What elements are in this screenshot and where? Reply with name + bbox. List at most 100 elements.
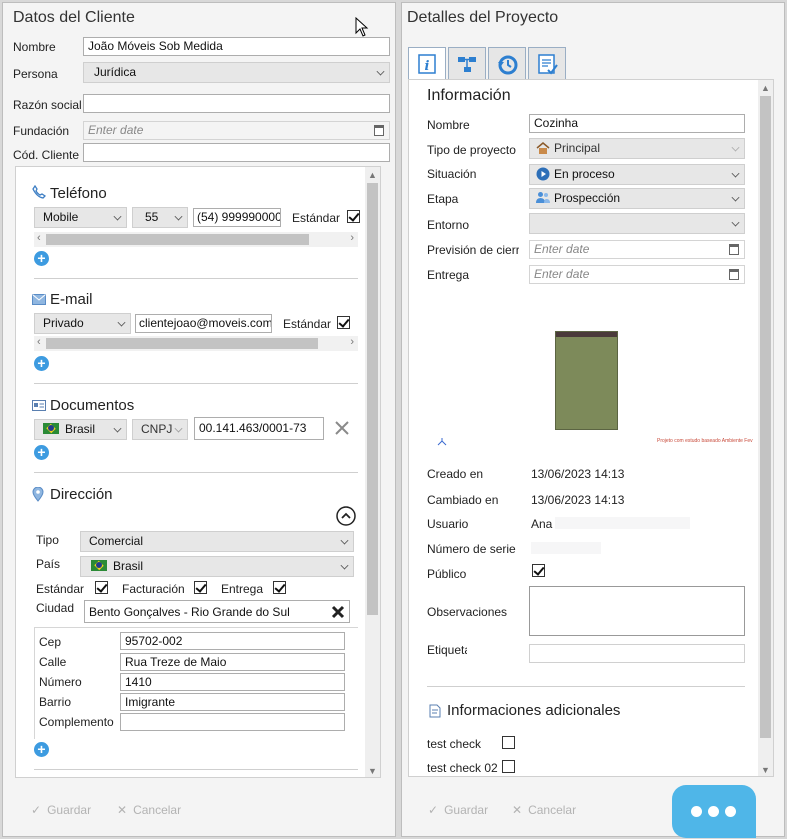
contact-vscroll[interactable]: ▲ ▼ — [365, 167, 380, 777]
cod-cliente-label: Cód. Cliente — [13, 148, 80, 162]
phone-code-select[interactable]: 55 — [132, 207, 188, 228]
project-preview-image[interactable] — [555, 331, 618, 430]
dir-complemento-input[interactable] — [120, 713, 345, 731]
usuario-value: Ana — [531, 517, 553, 531]
publico-label: Público — [427, 567, 467, 581]
dir-entrega-checkbox[interactable] — [273, 581, 286, 594]
calendar-icon[interactable] — [729, 244, 739, 255]
clear-city-icon[interactable] — [331, 605, 345, 619]
email-standard-checkbox[interactable] — [337, 316, 350, 329]
project-cancel-button[interactable]: ✕ Cancelar — [512, 803, 576, 817]
collapse-chevron-icon[interactable] — [336, 506, 356, 526]
email-heading: E-mail — [50, 291, 93, 308]
email-address-input[interactable]: clientejoao@moveis.com — [135, 314, 272, 333]
preview-caption: Projeto com estudo baseado Ambiente Fev — [657, 438, 753, 444]
scroll-up-icon[interactable]: ▲ — [761, 83, 770, 93]
id-card-icon — [32, 400, 46, 411]
phone-hscroll[interactable]: ‹ › — [34, 232, 358, 247]
dir-estandar-checkbox[interactable] — [95, 581, 108, 594]
scroll-right-icon[interactable]: › — [350, 336, 354, 348]
test-check-label: test check — [427, 737, 482, 751]
scroll-left-icon[interactable]: ‹ — [37, 232, 41, 244]
client-cancel-label: Cancelar — [133, 803, 182, 817]
dir-tipo-select[interactable]: Comercial — [80, 531, 354, 552]
phone-number-input[interactable]: (54) 999990000 — [193, 208, 281, 227]
add-document-button[interactable]: + — [34, 445, 49, 460]
proj-prevision-label: Previsión de cierr — [427, 243, 519, 257]
document-number-input[interactable]: 00.141.463/0001-73 — [194, 417, 324, 440]
checklist-icon — [538, 54, 558, 75]
redacted-block — [531, 542, 601, 554]
calendar-icon[interactable] — [729, 269, 739, 280]
phone-standard-label: Estándar — [292, 211, 341, 225]
cambiado-value: 13/06/2023 14:13 — [531, 493, 625, 507]
svg-text:i: i — [425, 59, 430, 74]
creado-label: Creado en — [427, 467, 484, 481]
dir-barrio-label: Barrio — [39, 695, 72, 709]
persona-select[interactable]: Jurídica — [83, 62, 390, 83]
chevron-down-icon — [113, 424, 122, 433]
dir-numero-input[interactable]: 1410 — [120, 673, 345, 691]
chevron-down-icon — [117, 318, 126, 327]
dir-ciudad-input[interactable]: Bento Gonçalves - Rio Grande do Sul — [84, 600, 350, 623]
test-check-checkbox[interactable] — [502, 736, 515, 749]
axis-icon — [437, 438, 447, 446]
dir-cep-input[interactable]: 95702-002 — [120, 632, 345, 650]
divider — [34, 472, 358, 473]
scroll-left-icon[interactable]: ‹ — [37, 336, 41, 348]
proj-situacion-select[interactable]: En proceso — [529, 164, 745, 185]
tab-flow[interactable] — [448, 47, 486, 79]
document-country-select[interactable]: Brasil — [34, 419, 127, 440]
proj-nombre-input[interactable]: Cozinha — [529, 114, 745, 133]
tab-checklist[interactable] — [528, 47, 566, 79]
dir-facturacion-checkbox[interactable] — [194, 581, 207, 594]
phone-standard-checkbox[interactable] — [347, 210, 360, 223]
proj-entorno-select[interactable] — [529, 213, 745, 234]
home-icon — [536, 142, 550, 154]
fundacion-date-input[interactable]: Enter date — [83, 121, 390, 140]
email-type-select[interactable]: Privado — [34, 313, 131, 334]
play-circle-icon — [536, 167, 550, 181]
publico-checkbox[interactable] — [532, 564, 545, 577]
scroll-right-icon[interactable]: › — [350, 232, 354, 244]
test-check-02-checkbox[interactable] — [502, 760, 515, 773]
chevron-down-icon — [731, 143, 740, 152]
proj-tipo-select[interactable]: Principal — [529, 138, 745, 159]
chat-button[interactable] — [672, 785, 756, 838]
remove-document-icon[interactable] — [335, 421, 349, 435]
nombre-input[interactable]: João Móveis Sob Medida — [83, 37, 390, 56]
project-save-button[interactable]: ✓ Guardar — [428, 803, 488, 817]
proj-etapa-value: Prospección — [554, 191, 621, 205]
client-save-button[interactable]: ✓ Guardar — [31, 803, 91, 817]
dir-pais-select[interactable]: Brasil — [80, 556, 354, 577]
tab-history[interactable] — [488, 47, 526, 79]
location-pin-icon — [32, 487, 44, 502]
email-hscroll[interactable]: ‹ › — [34, 336, 358, 351]
observaciones-textarea[interactable] — [529, 586, 745, 636]
etiqueta-input[interactable] — [529, 644, 745, 663]
calendar-icon[interactable] — [374, 125, 384, 136]
dir-barrio-input[interactable]: Imigrante — [120, 693, 345, 711]
tab-info[interactable]: i — [408, 47, 446, 80]
client-panel: Datos del Cliente Nombre João Móveis Sob… — [2, 2, 396, 837]
scroll-down-icon[interactable]: ▼ — [368, 766, 377, 776]
add-phone-button[interactable]: + — [34, 251, 49, 266]
add-email-button[interactable]: + — [34, 356, 49, 371]
project-vscroll[interactable]: ▲ ▼ — [758, 80, 773, 776]
proj-entrega-date-input[interactable]: Enter date — [529, 265, 745, 284]
document-type-select[interactable]: CNPJ — [132, 419, 188, 440]
project-save-label: Guardar — [444, 803, 489, 817]
dir-complemento-label: Complemento — [39, 715, 114, 729]
proj-prevision-date-input[interactable]: Enter date — [529, 240, 745, 259]
razon-input[interactable] — [83, 94, 390, 113]
phone-type-select[interactable]: Mobile — [34, 207, 127, 228]
proj-etapa-select[interactable]: Prospección — [529, 188, 745, 209]
client-cancel-button[interactable]: ✕ Cancelar — [117, 803, 181, 817]
scroll-down-icon[interactable]: ▼ — [761, 765, 770, 775]
scroll-up-icon[interactable]: ▲ — [368, 170, 377, 180]
dir-calle-input[interactable]: Rua Treze de Maio — [120, 653, 345, 671]
add-address-button[interactable]: + — [34, 742, 49, 757]
cod-cliente-input[interactable] — [83, 143, 390, 162]
proj-tipo-value: Principal — [554, 141, 601, 155]
observaciones-label: Observaciones — [427, 605, 508, 619]
